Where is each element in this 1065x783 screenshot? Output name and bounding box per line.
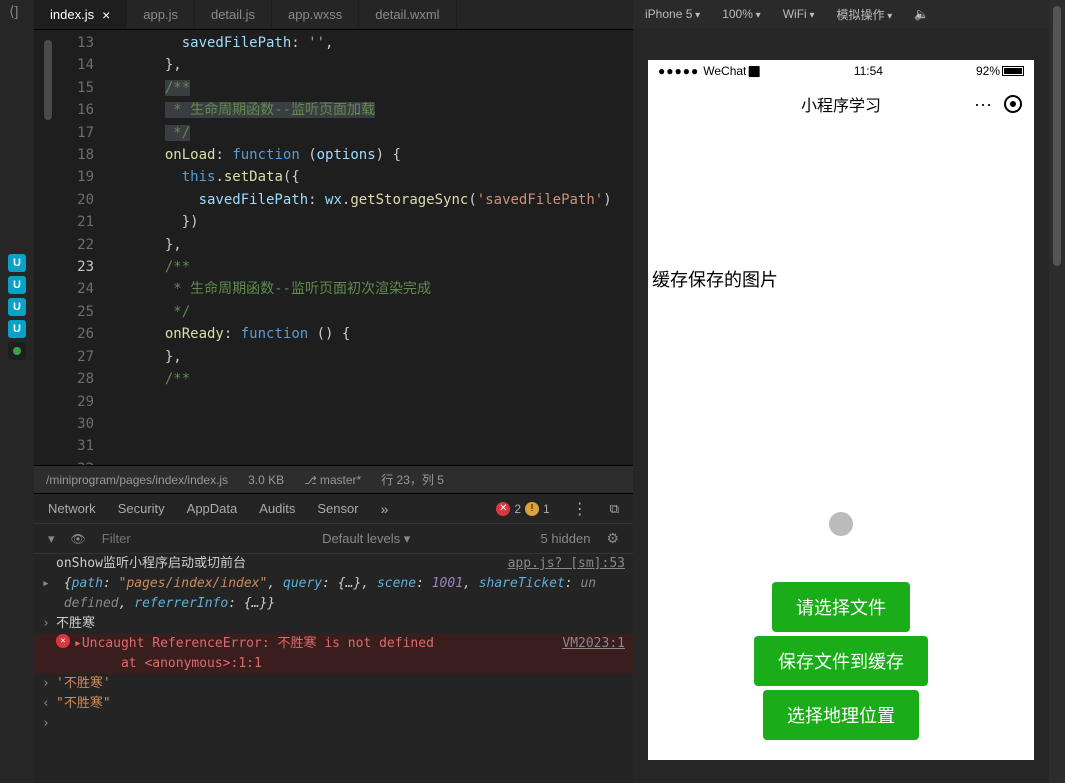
git-branch[interactable]: master* [304,473,361,487]
device-dropdown[interactable]: iPhone 5 [645,7,700,21]
scm-status-badge[interactable]: U [8,254,26,272]
carrier-label: WeChat [703,64,746,78]
menu-dots-icon[interactable]: ··· [974,94,992,115]
error-count-badge[interactable]: ✕ 2 ! 1 [496,502,549,516]
scrollbar-thumb[interactable] [44,40,52,120]
tab-app-wxss[interactable]: app.wxss [272,0,359,29]
code-content[interactable]: savedFilePath: '', }, /** * 生命周期函数--监听页面… [108,30,633,465]
tab-detail-wxml[interactable]: detail.wxml [359,0,456,29]
editor-column: index.js × app.js detail.js app.wxss det… [34,0,633,783]
tab-label: app.wxss [288,7,342,22]
devtools-tab-security[interactable]: Security [118,501,165,516]
devtools-tab-sensor[interactable]: Sensor [317,501,358,516]
choose-location-button[interactable]: 选择地理位置 [763,690,919,740]
phone-navbar: 小程序学习 ··· [648,82,1034,126]
unsaved-indicator-icon [8,342,26,360]
phone-statusbar: ●●●●● WeChat 11:54 92% [648,60,1034,82]
choose-file-button[interactable]: 请选择文件 [772,582,910,632]
wifi-icon [746,64,760,78]
error-icon: ✕ [496,502,510,516]
phone-content: 缓存保存的图片 [648,126,1034,536]
eye-icon[interactable] [71,531,86,546]
save-to-cache-button[interactable]: 保存文件到缓存 [754,636,928,686]
devtools-tab-audits[interactable]: Audits [259,501,295,516]
tab-app-js[interactable]: app.js [127,0,195,29]
warning-icon: ! [525,502,539,516]
tab-detail-js[interactable]: detail.js [195,0,272,29]
gear-icon[interactable]: ⚙ [606,530,619,547]
tab-label: detail.wxml [375,7,439,22]
line-number-gutter: 1314151617181920212223242526272829303132 [62,30,108,465]
clock: 11:54 [761,64,976,78]
battery-indicator: 92% [976,64,1024,78]
simulator-scrollbar[interactable] [1049,0,1065,783]
devtools-tabbar: Network Security AppData Audits Sensor »… [34,494,633,524]
section-caption: 缓存保存的图片 [648,266,1034,292]
scrollbar-thumb[interactable] [1053,6,1061,266]
more-tabs-icon[interactable]: » [381,501,389,517]
phone-screen[interactable]: ●●●●● WeChat 11:54 92% 小程序学习 ··· 缓存保存的图片 [648,60,1034,760]
tab-label: app.js [143,7,178,22]
battery-icon [1002,66,1024,76]
simulator-panel: iPhone 5 100% WiFi 模拟操作 ●●●●● WeChat 11:… [633,0,1049,783]
signal-icon: ●●●●● [658,64,699,78]
close-icon[interactable]: × [102,7,110,23]
tab-label: detail.js [211,7,255,22]
chevron-down-icon[interactable]: ▾ [48,531,55,547]
devtools-panel: Network Security AppData Audits Sensor »… [34,493,633,783]
activity-bar: U U U U [0,0,34,783]
speaker-icon[interactable] [914,7,929,21]
devtools-tab-network[interactable]: Network [48,501,96,516]
filter-input[interactable] [102,531,192,546]
editor-statusbar: /miniprogram/pages/index/index.js 3.0 KB… [34,465,633,493]
file-size: 3.0 KB [248,473,284,487]
log-level-dropdown[interactable]: Default levels [322,531,410,547]
scm-status-badge[interactable]: U [8,320,26,338]
tab-index-js[interactable]: index.js × [34,0,127,29]
scm-status-badge[interactable]: U [8,298,26,316]
operate-dropdown[interactable]: 模拟操作 [837,6,893,23]
kebab-menu-icon[interactable]: ⋮ [572,499,588,519]
network-dropdown[interactable]: WiFi [783,7,815,21]
loading-dot-icon [829,512,853,536]
editor-tabbar: index.js × app.js detail.js app.wxss det… [34,0,633,30]
simulator-toolbar: iPhone 5 100% WiFi 模拟操作 [633,0,1049,28]
console-toolbar: ▾ Default levels 5 hidden ⚙ [34,524,633,554]
hidden-count[interactable]: 5 hidden [541,531,591,546]
console-output[interactable]: onShow监听小程序启动或切前台app.js? [sm]:53▸ {path:… [34,554,633,783]
capsule-menu: ··· [974,94,1022,115]
close-miniapp-icon[interactable] [1004,95,1022,113]
zoom-dropdown[interactable]: 100% [722,7,761,21]
phone-viewport: ●●●●● WeChat 11:54 92% 小程序学习 ··· 缓存保存的图片 [633,28,1049,783]
tab-label: index.js [50,7,94,22]
file-path: /miniprogram/pages/index/index.js [46,473,228,487]
dock-icon[interactable]: ⧉ [610,501,619,517]
page-title: 小程序学习 [801,92,881,116]
scm-status-badge[interactable]: U [8,276,26,294]
code-editor[interactable]: 1314151617181920212223242526272829303132… [34,30,633,465]
devtools-tab-appdata[interactable]: AppData [187,501,238,516]
minimap-scrollbar[interactable] [34,30,62,465]
collapse-panel-icon[interactable] [7,5,27,25]
action-buttons-group: 请选择文件 保存文件到缓存 选择地理位置 [648,582,1034,740]
cursor-position[interactable]: 行 23，列 5 [381,471,444,488]
